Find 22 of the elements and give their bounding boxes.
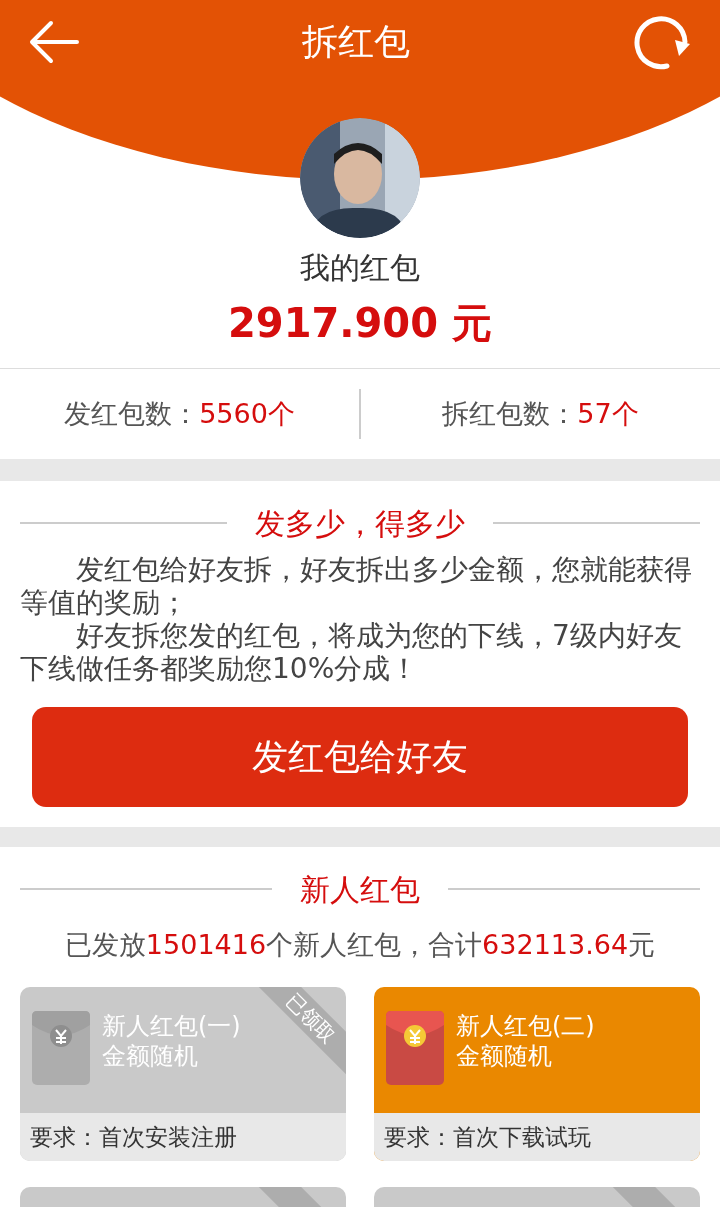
send-envelope-button[interactable]: 发红包给好友 <box>32 707 688 807</box>
stat-label: 拆红包数： <box>442 396 578 431</box>
envelope-icon <box>32 1011 90 1085</box>
card-requirement: 要求：首次安装注册 <box>20 1113 346 1161</box>
refresh-icon <box>633 14 691 70</box>
card-subtitle: 金额随机 <box>456 1041 553 1071</box>
wallet-label: 我的红包 <box>300 249 420 287</box>
description-paragraph: 发红包给好友拆，好友拆出多少金额，您就能获得等值的奖励； <box>20 553 693 619</box>
card-title: 新人红包(二) <box>456 1011 595 1041</box>
section-title: 发多少，得多少 <box>254 504 466 543</box>
envelope-card[interactable]: 新人红包(二) 金额随机 要求：首次下载试玩 <box>374 987 700 1161</box>
stat-value: 57个 <box>577 396 639 431</box>
summary-text: 已发放1501416个新人红包，合计632113.64元 <box>63 928 657 962</box>
envelope-icon <box>386 1011 444 1085</box>
section-title: 新人红包 <box>299 870 421 909</box>
back-arrow-icon <box>29 19 79 65</box>
card-requirement: 要求：首次下载试玩 <box>374 1113 700 1161</box>
stat-label: 发红包数： <box>64 396 200 431</box>
stat-value: 5560个 <box>199 396 295 431</box>
wallet-amount: 2917.900 元 <box>228 299 492 348</box>
page-title: 拆红包 <box>302 20 410 64</box>
description-paragraph: 好友拆您发的红包，将成为您的下线，7级内好友下线做任务都奖励您10%分成！ <box>20 619 683 685</box>
